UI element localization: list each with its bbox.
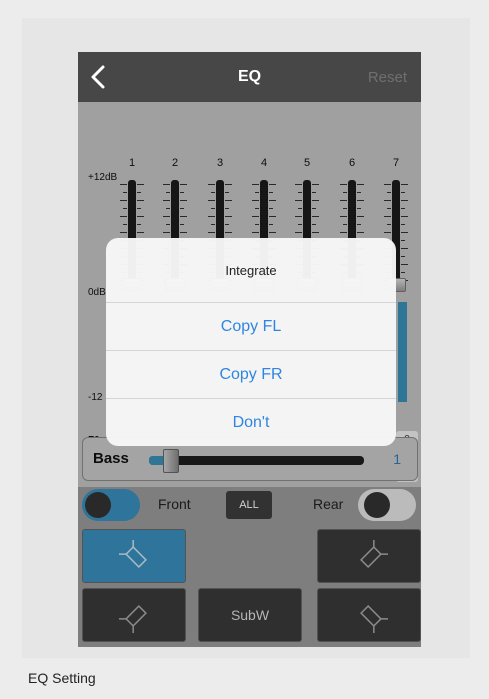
reset-button[interactable]: Reset: [368, 69, 407, 86]
dialog-title: Integrate: [225, 263, 277, 278]
copy-fl-button[interactable]: Copy FL: [106, 302, 396, 350]
navigation-bar: EQ Reset: [78, 52, 421, 102]
integrate-dialog: Integrate Copy FL Copy FR Don't: [106, 238, 396, 446]
phone-screen: EQ Reset +12dB 0dB -12 1 2 3 4 5 6 7 F0 …: [78, 52, 421, 647]
figure-caption: EQ Setting: [28, 670, 96, 686]
dont-button[interactable]: Don't: [106, 398, 396, 446]
copy-fr-button[interactable]: Copy FR: [106, 350, 396, 398]
